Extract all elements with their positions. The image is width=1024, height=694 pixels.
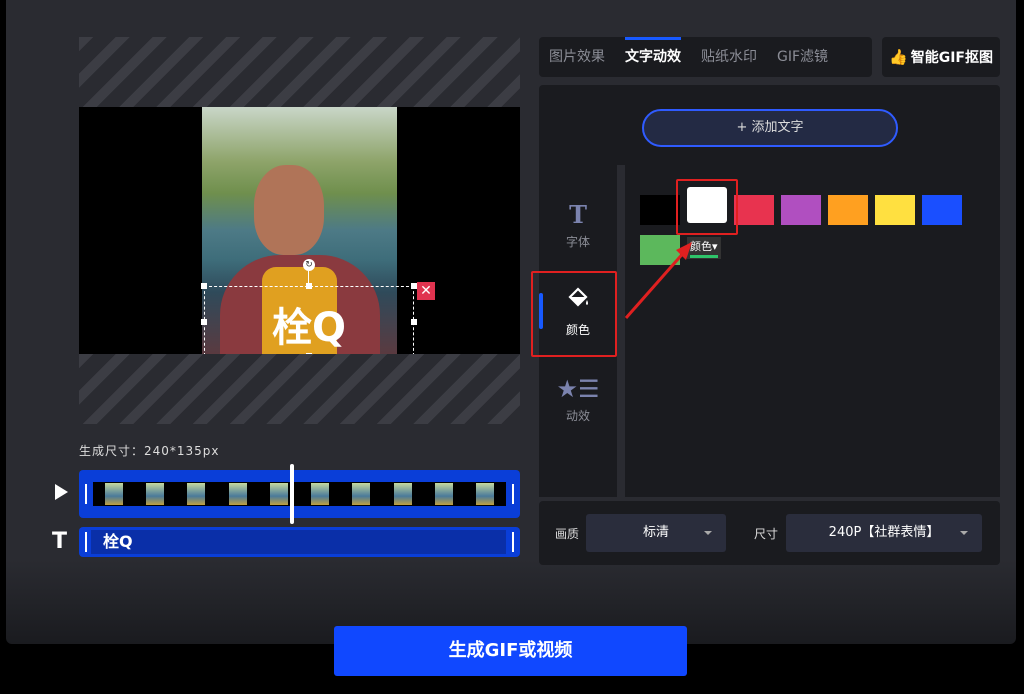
size-select[interactable]: 240P【社群表情】: [786, 514, 982, 552]
nav-item-animation[interactable]: ★☰ 动效: [539, 375, 617, 424]
text-track-label: 栓Q: [91, 530, 506, 554]
preview-stripe-top: [79, 37, 520, 107]
size-label: 尺寸: [754, 527, 779, 541]
color-swatch-yellow[interactable]: [875, 195, 915, 225]
playhead[interactable]: [290, 464, 294, 524]
nav-item-font-label: 字体: [565, 235, 590, 249]
person-face: [254, 165, 324, 255]
resize-handle-tl[interactable]: [201, 283, 207, 289]
generate-gif-button[interactable]: 生成GIF或视频: [334, 626, 687, 676]
generated-size-label: 生成尺寸：240*135px: [79, 444, 220, 458]
close-icon[interactable]: ✕: [417, 282, 435, 300]
overlay-text: 栓Q: [271, 305, 346, 351]
tab-text-effects[interactable]: 文字动效: [615, 37, 691, 77]
output-settings-bar: 画质 标清 尺寸 240P【社群表情】: [539, 501, 1000, 565]
timeline-thumbnail: [393, 483, 412, 505]
timeline-thumbnail: [435, 483, 454, 505]
timeline-thumbnail: [228, 483, 247, 505]
smart-cutout-label: 智能GIF抠图: [910, 50, 993, 66]
annotation-arrow-icon: [624, 242, 692, 319]
star-list-icon: ★☰: [556, 375, 600, 403]
color-swatch-red[interactable]: [734, 195, 774, 225]
color-swatch-blue[interactable]: [922, 195, 962, 225]
text-track-end-grip[interactable]: [512, 532, 514, 552]
tab-image-effects[interactable]: 图片效果: [539, 37, 615, 77]
timeline-thumbnail: [269, 483, 288, 505]
tab-gif-filters[interactable]: GIF滤镜: [767, 37, 838, 77]
tab-stickers[interactable]: 贴纸水印: [691, 37, 767, 77]
text-track-start-grip[interactable]: [85, 532, 87, 552]
add-text-area: + 添加文字: [539, 85, 1000, 165]
chevron-down-icon: [704, 531, 712, 535]
timeline-thumbnail: [187, 483, 206, 505]
quality-value: 标清: [642, 525, 669, 540]
smart-cutout-button[interactable]: 👍 智能GIF抠图: [882, 37, 1000, 77]
color-swatch-black[interactable]: [640, 195, 680, 225]
text-track-icon: T: [52, 529, 68, 554]
timeline-start-grip[interactable]: [85, 484, 87, 504]
play-icon[interactable]: [55, 484, 68, 500]
chevron-down-icon: ▾: [712, 240, 718, 253]
thumbs-up-icon: 👍: [889, 48, 908, 66]
nav-item-font[interactable]: T 字体: [539, 200, 617, 250]
rotate-icon[interactable]: ↻: [303, 259, 315, 271]
timeline-thumbnail: [104, 483, 123, 505]
effect-tabs: 图片效果 文字动效 贴纸水印 GIF滤镜: [539, 37, 872, 77]
color-swatch-purple[interactable]: [781, 195, 821, 225]
quality-label: 画质: [555, 527, 580, 541]
preview-stripe-bottom: [79, 354, 520, 424]
font-t-icon: T: [569, 200, 587, 229]
add-text-button[interactable]: + 添加文字: [642, 109, 898, 147]
resize-handle-tc[interactable]: [306, 283, 312, 289]
timeline-thumbnail: [311, 483, 330, 505]
timeline-frames: [93, 482, 506, 506]
highlight-white-swatch: [676, 179, 738, 235]
quality-select[interactable]: 标清: [586, 514, 726, 552]
nav-item-animation-label: 动效: [565, 409, 590, 423]
color-swatch-orange[interactable]: [828, 195, 868, 225]
size-value: 240P【社群表情】: [828, 525, 940, 540]
video-timeline[interactable]: [79, 464, 520, 524]
text-track[interactable]: 栓Q: [79, 527, 520, 557]
timeline-thumbnail: [476, 483, 495, 505]
video-preview: ↻ 栓Q ✕: [79, 107, 520, 354]
timeline-thumbnail: [352, 483, 371, 505]
timeline-end-grip[interactable]: [512, 484, 514, 504]
timeline-thumbnail: [145, 483, 164, 505]
highlight-color-nav: [531, 271, 617, 357]
chevron-down-icon: [960, 531, 968, 535]
